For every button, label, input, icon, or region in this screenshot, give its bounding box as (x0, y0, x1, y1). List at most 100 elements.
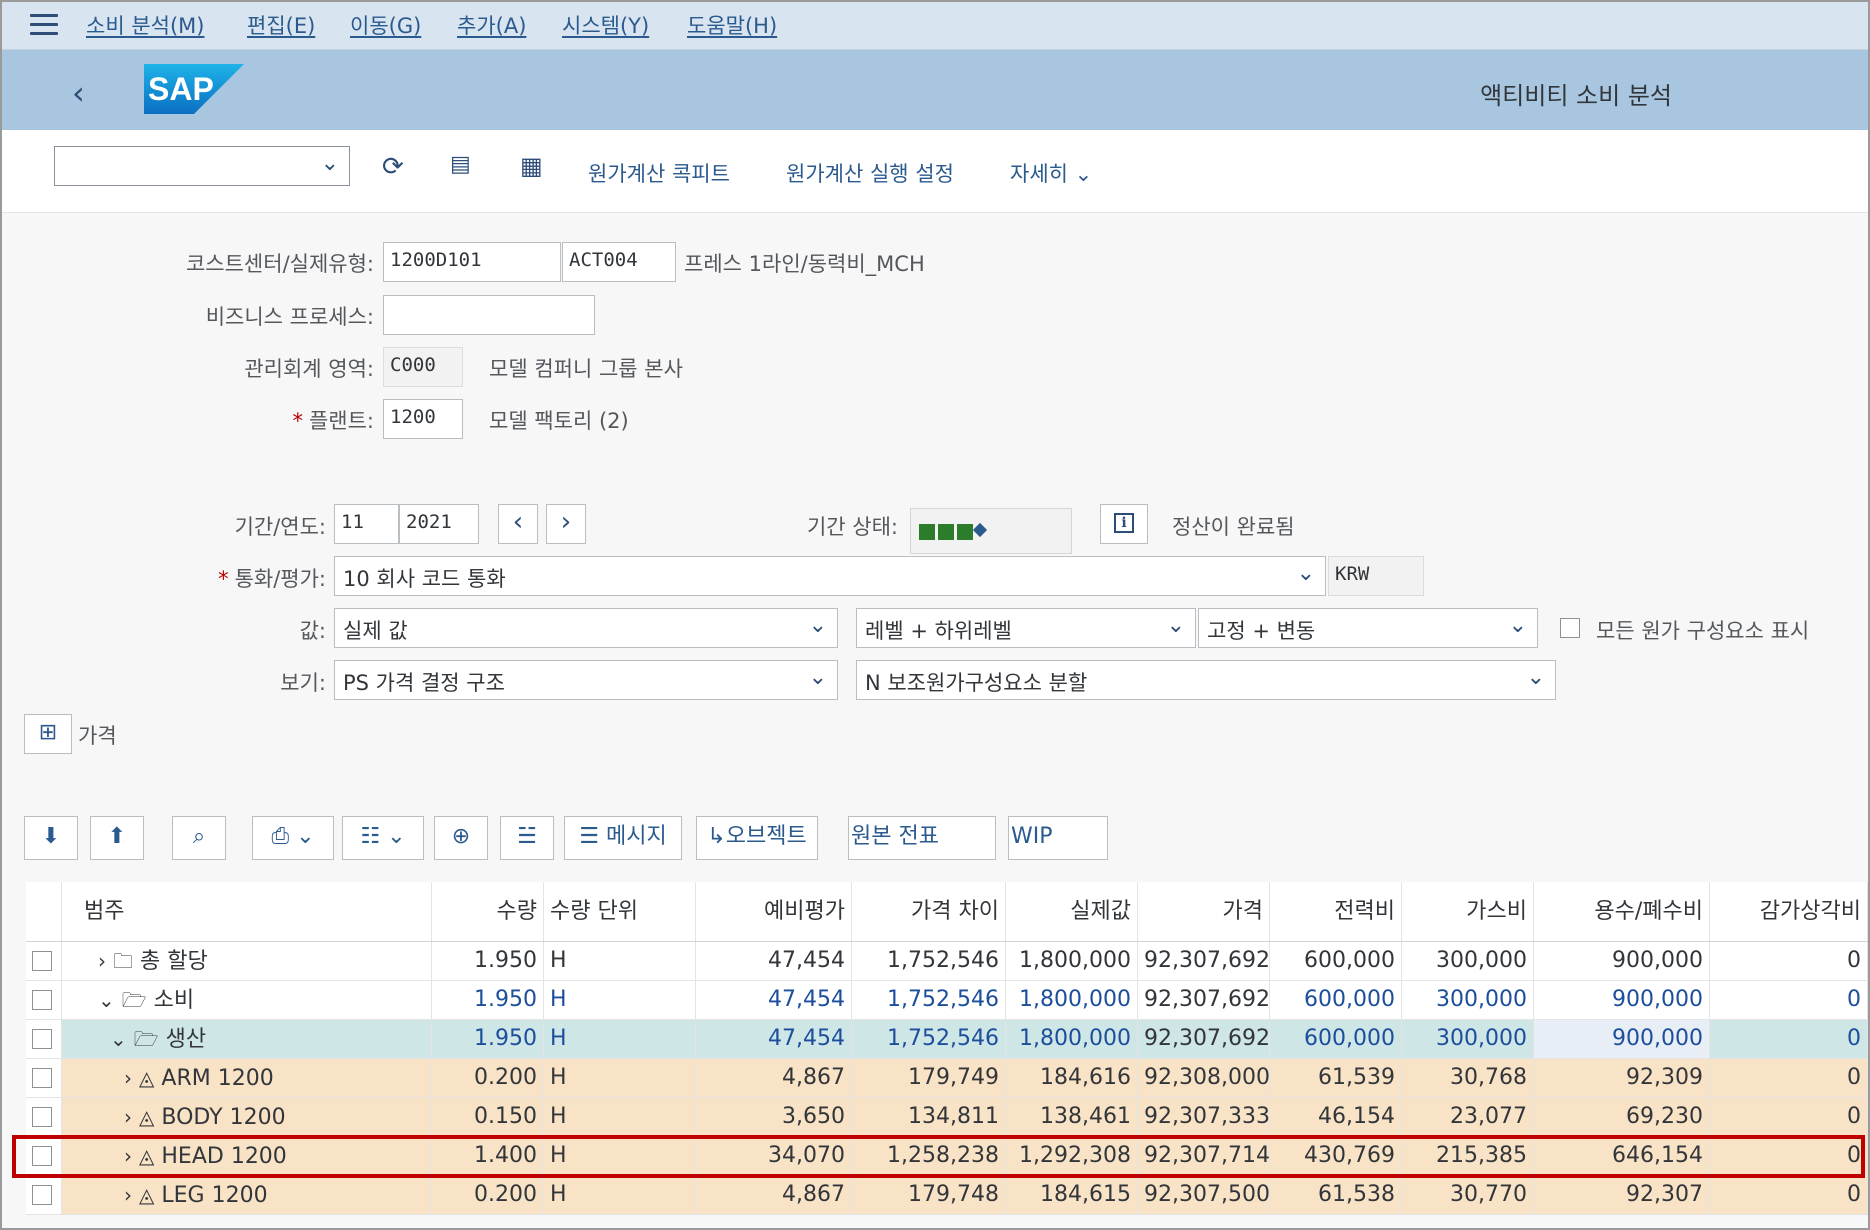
object-button[interactable]: ↳오브젝트 (696, 816, 818, 860)
table-settings-icon[interactable]: ▦ (520, 152, 543, 180)
chevron-right-icon[interactable]: › (98, 949, 106, 973)
costing-run-settings-link[interactable]: 원가계산 실행 설정 (786, 158, 954, 188)
year-input[interactable]: 2021 (399, 504, 479, 544)
command-input[interactable] (57, 149, 301, 183)
app-title: 액티비티 소비 분석 (1480, 82, 1672, 110)
messages-label: 메시지 (606, 824, 667, 849)
svg-text:SAP: SAP (148, 71, 214, 107)
power-cell: 600,000 (1270, 981, 1402, 1019)
level-select[interactable]: 레벨 + 하위레벨 ⌄ (856, 608, 1196, 648)
header-water[interactable]: 용수/폐수비 (1534, 882, 1710, 941)
chevron-down-icon[interactable]: ⌄ (321, 151, 339, 176)
row-checkbox[interactable] (32, 1185, 52, 1205)
layout-settings-icon[interactable]: ☷ ⌄ (342, 816, 424, 860)
chevron-right-icon[interactable]: › (124, 1066, 132, 1090)
messages-button[interactable]: ☰ 메시지 (564, 816, 682, 860)
menu-consumption-analysis[interactable]: 소비 분석(M) (86, 10, 204, 40)
row-checkbox[interactable] (32, 1029, 52, 1049)
table-row[interactable]: › ◬ LEG 1200 0.200 H 4,867 179,748 184,6… (26, 1176, 1868, 1215)
depr-cell: 0 (1710, 981, 1868, 1019)
row-checkbox[interactable] (32, 1146, 52, 1166)
menu-help[interactable]: 도움말(H) (687, 10, 777, 40)
depr-cell: 0 (1710, 1020, 1868, 1058)
plant-description: 모델 팩토리 (2) (489, 409, 629, 433)
component-split-select[interactable]: N 보조원가구성요소 분할 ⌄ (856, 660, 1556, 700)
print-icon[interactable]: ⎙ ⌄ (252, 816, 334, 860)
fixed-variable-select[interactable]: 고정 + 변동 ⌄ (1198, 608, 1538, 648)
chevron-right-icon[interactable]: › (124, 1144, 132, 1168)
actual-cell: 1,800,000 (1006, 942, 1138, 980)
table-row-highlighted[interactable]: › ◬ HEAD 1200 1.400 H 34,070 1,258,238 1… (26, 1137, 1868, 1176)
power-cell: 61,539 (1270, 1059, 1402, 1097)
header-gas[interactable]: 가스비 (1402, 882, 1534, 941)
table-row[interactable]: › ◬ BODY 1200 0.150 H 3,650 134,811 138,… (26, 1098, 1868, 1137)
menu-edit[interactable]: 편집(E) (247, 10, 315, 40)
view-select[interactable]: PS 가격 결정 구조 ⌄ (334, 660, 838, 700)
depr-cell: 0 (1710, 1137, 1868, 1175)
chevron-right-icon[interactable]: › (124, 1183, 132, 1207)
info-button[interactable]: i (1100, 504, 1148, 544)
chevron-down-icon[interactable]: ⌄ (98, 988, 115, 1012)
menu-system[interactable]: 시스템(Y) (562, 10, 649, 40)
refresh-icon[interactable]: ⟳ (382, 152, 404, 182)
all-components-checkbox[interactable] (1560, 618, 1580, 638)
business-process-input[interactable] (383, 295, 595, 335)
table-row[interactable]: › 🗀 총 할당 1.950 H 47,454 1,752,546 1,800,… (26, 942, 1868, 981)
diff-cell: 134,811 (852, 1098, 1006, 1136)
header-quantity[interactable]: 수량 (432, 882, 544, 941)
command-field[interactable]: ⌄ (54, 146, 350, 186)
header-depreciation[interactable]: 감가상각비 (1710, 882, 1868, 941)
wip-button[interactable]: WIP (1008, 816, 1108, 860)
header-price[interactable]: 가격 (1138, 882, 1270, 941)
category-cell: › 🗀 총 할당 (62, 942, 432, 980)
back-icon[interactable]: ‹ (72, 74, 85, 112)
cost-center-input[interactable]: 1200D101 (383, 242, 561, 282)
previous-period-icon[interactable]: ‹ (498, 504, 538, 544)
collapse-all-icon[interactable]: ⬆ (90, 816, 144, 860)
prelim-cell: 47,454 (696, 1020, 852, 1058)
expand-all-icon[interactable]: ⬇ (24, 816, 78, 860)
row-checkbox[interactable] (32, 990, 52, 1010)
header-actual[interactable]: 실제값 (1006, 882, 1138, 941)
price-label: 가격 (78, 724, 117, 748)
search-icon[interactable]: ⌕ (172, 816, 226, 860)
costing-cockpit-link[interactable]: 원가계산 콕피트 (588, 158, 730, 188)
header-power[interactable]: 전력비 (1270, 882, 1402, 941)
prelim-cell: 47,454 (696, 942, 852, 980)
menu-extras[interactable]: 추가(A) (457, 10, 526, 40)
chevron-right-icon[interactable]: › (124, 1105, 132, 1129)
expand-price-icon[interactable]: ⊞ (24, 714, 72, 754)
header-unit[interactable]: 수량 단위 (544, 882, 696, 941)
price-cell: 92,307,333 (1138, 1098, 1270, 1136)
header-price-difference[interactable]: 가격 차이 (852, 882, 1006, 941)
activity-type-input[interactable]: ACT004 (562, 242, 676, 282)
more-menu[interactable]: 자세히 ⌄ (1010, 158, 1092, 188)
zoom-icon[interactable]: ⊕ (434, 816, 488, 860)
power-cell: 61,538 (1270, 1176, 1402, 1214)
table-row[interactable]: ⌄ 🗁 소비 1.950 H 47,454 1,752,546 1,800,00… (26, 981, 1868, 1020)
menu-goto[interactable]: 이동(G) (350, 10, 421, 40)
table-row[interactable]: ⌄ 🗁 생산 1.950 H 47,454 1,752,546 1,800,00… (26, 1020, 1868, 1059)
period-input[interactable]: 11 (334, 504, 399, 544)
unit-cell: H (544, 1137, 696, 1175)
header-category[interactable]: 범주 (62, 882, 432, 941)
row-checkbox[interactable] (32, 1068, 52, 1088)
row-checkbox[interactable] (32, 951, 52, 971)
value-type-select[interactable]: 실제 값 ⌄ (334, 608, 838, 648)
actual-cell: 138,461 (1006, 1098, 1138, 1136)
gas-cell: 30,770 (1402, 1176, 1534, 1214)
hierarchy-icon[interactable]: ☱ (500, 816, 554, 860)
hamburger-menu-icon[interactable] (30, 14, 58, 36)
display-icon[interactable]: ▤ (450, 152, 471, 177)
unit-cell: H (544, 1059, 696, 1097)
row-checkbox[interactable] (32, 1107, 52, 1127)
currency-valuation-select[interactable]: 10 회사 코드 통화 ⌄ (334, 556, 1326, 596)
row-select-cell (26, 1020, 62, 1058)
plant-input[interactable]: 1200 (383, 399, 463, 439)
chevron-down-icon[interactable]: ⌄ (110, 1027, 127, 1051)
header-preliminary[interactable]: 예비평가 (696, 882, 852, 941)
category-cell: › ◬ HEAD 1200 (62, 1137, 432, 1175)
table-row[interactable]: › ◬ ARM 1200 0.200 H 4,867 179,749 184,6… (26, 1059, 1868, 1098)
source-document-button[interactable]: 원본 전표 (848, 816, 996, 860)
next-period-icon[interactable]: › (546, 504, 586, 544)
